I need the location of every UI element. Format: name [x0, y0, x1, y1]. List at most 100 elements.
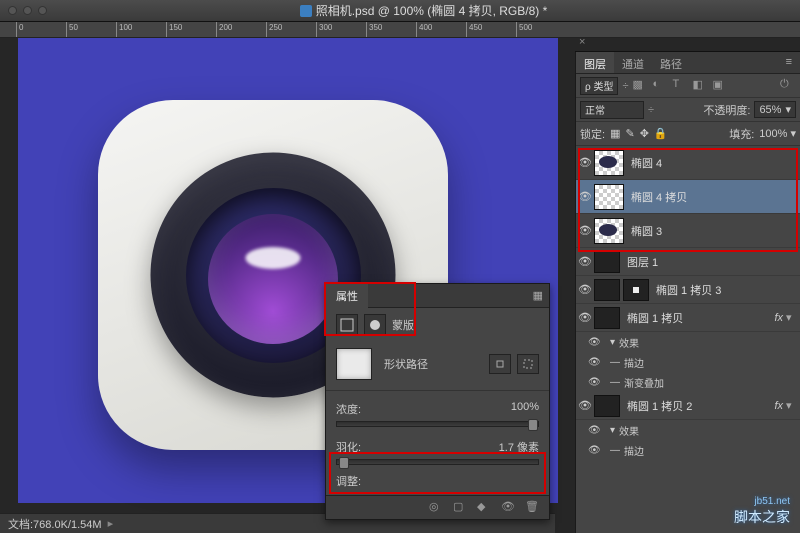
fx-badge[interactable]: fx	[774, 400, 786, 412]
delete-mask-button[interactable]: 🗑	[525, 500, 541, 516]
layer-row[interactable]: 👁 椭圆 4	[576, 146, 800, 180]
lens-glass	[208, 214, 338, 344]
feather-slider[interactable]	[336, 459, 539, 465]
layer-row[interactable]: 👁 椭圆 3	[576, 214, 800, 248]
visibility-toggle[interactable]: 👁	[576, 399, 594, 412]
minimize-button[interactable]	[23, 6, 32, 15]
layer-name[interactable]: 图层 1	[627, 254, 658, 270]
layer-thumbnail[interactable]	[594, 395, 620, 417]
properties-panel: 属性 ▦ 蒙版 形状路径 浓度: 1	[325, 283, 550, 520]
density-label: 浓度:	[336, 401, 361, 417]
layer-name[interactable]: 椭圆 4 拷贝	[631, 189, 687, 205]
select-mask-button[interactable]	[517, 354, 539, 374]
enable-mask-button[interactable]: ▢	[453, 500, 469, 516]
apply-mask-button[interactable]: ◆	[477, 500, 493, 516]
ruler-tick: 250	[269, 23, 282, 32]
layer-thumbnail[interactable]	[594, 184, 624, 210]
fx-stroke-row[interactable]: 👁—描边	[576, 440, 800, 460]
opacity-value[interactable]: 65% ▾	[754, 101, 796, 118]
document-title: 照相机.psd @ 100% (椭圆 4 拷贝, RGB/8) *	[316, 2, 548, 19]
mask-thumbnail[interactable]	[336, 348, 372, 380]
mask-thumbnail[interactable]	[623, 279, 649, 301]
ruler-tick: 400	[419, 23, 432, 32]
ruler-tick: 300	[319, 23, 332, 32]
fill-value[interactable]: 100% ▾	[759, 127, 796, 140]
density-value[interactable]: 100%	[511, 401, 539, 417]
tab-layers[interactable]: 图层	[576, 52, 614, 73]
lock-label: 锁定:	[580, 126, 605, 142]
fx-badge[interactable]: fx	[774, 312, 786, 324]
feather-field: 羽化: 1.7 像素	[326, 433, 549, 471]
visibility-toggle[interactable]: 👁	[576, 190, 594, 203]
fx-effects-row[interactable]: 👁▾效果	[576, 420, 800, 440]
lock-move-icon[interactable]: ✥	[640, 127, 649, 140]
chevron-right-icon[interactable]: ▸	[108, 517, 114, 530]
filter-adjust-icon[interactable]: ◐	[653, 78, 669, 94]
layer-row[interactable]: 👁 椭圆 1 拷贝 fx ▾	[576, 304, 800, 332]
feather-value[interactable]: 1.7 像素	[499, 439, 539, 455]
shape-mask-icon[interactable]	[336, 314, 358, 336]
fill-label: 填充:	[729, 126, 754, 142]
layer-thumbnail[interactable]	[594, 150, 624, 176]
layer-row[interactable]: 👁 椭圆 4 拷贝	[576, 180, 800, 214]
layer-name[interactable]: 椭圆 3	[631, 223, 662, 239]
filter-kind-select[interactable]: ρ 类型	[580, 77, 618, 95]
ruler-tick: 200	[219, 23, 232, 32]
panel-menu-icon[interactable]: ▦	[533, 289, 543, 302]
layer-row[interactable]: 👁 椭圆 1 拷贝 3	[576, 276, 800, 304]
panel-tabs: 图层 通道 路径 ≡	[576, 52, 800, 74]
layer-name[interactable]: 椭圆 4	[631, 155, 662, 171]
layer-name[interactable]: 椭圆 1 拷贝 3	[656, 282, 721, 298]
layer-thumbnail[interactable]	[594, 307, 620, 329]
chevron-down-icon[interactable]: ▾	[786, 399, 796, 412]
watermark: jb51.net 脚本之家	[734, 496, 790, 527]
filter-toggle-switch[interactable]: ⏻	[780, 78, 796, 94]
lock-all-icon[interactable]: 🔒	[654, 127, 668, 140]
horizontal-ruler[interactable]: 0 50 100 150 200 250 300 350 400 450 500	[0, 22, 800, 38]
tab-properties[interactable]: 属性	[326, 283, 368, 308]
fx-gradient-row[interactable]: 👁—渐变叠加	[576, 372, 800, 392]
lock-paint-icon[interactable]: ✎	[625, 127, 634, 140]
document-icon	[300, 5, 312, 17]
tab-paths[interactable]: 路径	[652, 52, 690, 73]
filter-image-icon[interactable]: ▩	[633, 78, 649, 94]
layer-row[interactable]: 👁 图层 1	[576, 248, 800, 276]
visibility-toggle[interactable]: 👁	[576, 283, 594, 296]
link-mask-button[interactable]	[489, 354, 511, 374]
panel-close-strip[interactable]	[575, 38, 800, 52]
lock-transparent-icon[interactable]: ▦	[610, 127, 620, 140]
zoom-button[interactable]	[38, 6, 47, 15]
chevron-down-icon[interactable]: ▾	[786, 311, 796, 324]
shape-path-label: 形状路径	[384, 356, 428, 372]
visibility-toggle[interactable]: 👁	[576, 255, 594, 268]
blend-opacity-row: 正常 ÷ 不透明度: 65% ▾	[576, 98, 800, 122]
filter-smart-icon[interactable]: ▣	[713, 78, 729, 94]
visibility-toggle[interactable]: 👁	[576, 311, 594, 324]
filter-shape-icon[interactable]: ◧	[693, 78, 709, 94]
density-slider[interactable]	[336, 421, 539, 427]
pixel-mask-icon[interactable]	[364, 314, 386, 336]
tab-channels[interactable]: 通道	[614, 52, 652, 73]
properties-footer: ◎ ▢ ◆ 👁 🗑	[326, 495, 549, 519]
filter-type-icon[interactable]: T	[673, 78, 689, 94]
close-button[interactable]	[8, 6, 17, 15]
ruler-tick: 500	[519, 23, 532, 32]
visibility-toggle[interactable]: 👁	[576, 224, 594, 237]
slider-knob[interactable]	[339, 457, 349, 469]
visibility-toggle[interactable]: 👁	[576, 156, 594, 169]
feather-label: 羽化:	[336, 439, 361, 455]
layer-row[interactable]: 👁 椭圆 1 拷贝 2 fx ▾	[576, 392, 800, 420]
ruler-tick: 450	[469, 23, 482, 32]
ruler-tick: 150	[169, 23, 182, 32]
blend-mode-select[interactable]: 正常	[580, 101, 644, 119]
toggle-visibility-button[interactable]: 👁	[501, 500, 517, 516]
layer-name[interactable]: 椭圆 1 拷贝 2	[627, 398, 692, 414]
fx-effects-row[interactable]: 👁▾效果	[576, 332, 800, 352]
layer-thumbnail[interactable]	[594, 279, 620, 301]
layer-name[interactable]: 椭圆 1 拷贝	[627, 310, 683, 326]
panel-menu-icon[interactable]: ≡	[778, 52, 800, 73]
slider-knob[interactable]	[528, 419, 538, 431]
fx-stroke-row[interactable]: 👁—描边	[576, 352, 800, 372]
layer-thumbnail[interactable]	[594, 218, 624, 244]
layer-thumbnail[interactable]	[594, 251, 620, 273]
